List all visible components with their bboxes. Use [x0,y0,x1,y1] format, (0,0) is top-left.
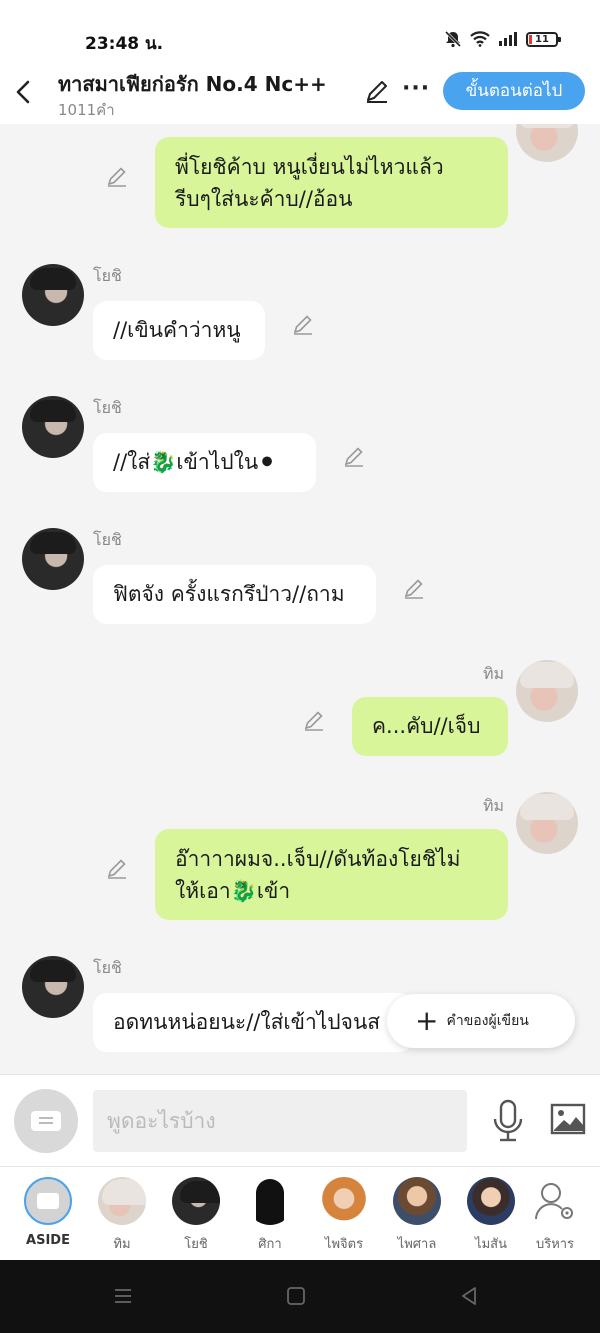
message-text: //เขินคำว่าหนู [113,318,241,342]
character-label: ทิม [113,1237,131,1252]
character-avatar [172,1177,220,1225]
edit-message-icon[interactable] [291,312,315,336]
character-label: ASIDE [26,1233,70,1248]
character-maisin[interactable]: ไมสัน [456,1177,526,1254]
word-count: 1011คำ [58,101,115,119]
character-paisan[interactable]: ไพศาล [382,1177,452,1254]
plus-icon: + [415,1004,439,1037]
character-aside[interactable]: ASIDE [13,1177,83,1248]
character-label: ไมสัน [475,1237,507,1252]
message-text: พี่โยชิค้าบ หนูเงี่ยนไม่ไหวแล้ว [175,155,444,179]
edit-message-icon[interactable] [402,576,426,600]
avatar-yoshi[interactable] [22,528,84,590]
home-icon[interactable] [286,1286,306,1306]
message-text: อ๊าาาาผมจ..เจ็บ//ดันท้องโยชิไม่ [175,847,461,871]
character-selector: ASIDE ทิม โยชิ ศิกา ไพจิตร ไพศาล ไมสัน บ… [0,1166,600,1260]
character-tim[interactable]: ทิม [87,1177,157,1254]
edit-message-icon[interactable] [302,708,326,732]
character-paijit[interactable]: ไพจิตร [309,1177,379,1254]
message-bubble[interactable]: ฟิตจัง ครั้งแรกรึป่าว//ถาม [93,565,376,624]
edit-message-icon[interactable] [105,856,129,880]
avatar-tim[interactable] [516,124,578,162]
speaker-name: โยชิ [93,530,122,549]
speaker-name: โยชิ [93,958,122,977]
wifi-icon [470,31,490,47]
status-bar: 23:48 น. 11 [0,0,600,62]
speaker-name: ทิม [483,664,505,683]
microphone-icon[interactable] [492,1099,524,1143]
author-note-label: คำของผู้เขียน [446,1013,529,1029]
character-avatar [393,1177,441,1225]
character-avatar [467,1177,515,1225]
message-text: รีบๆใส่นะค้าบ//อ้อน [175,187,353,211]
message-text: ฟิตจัง ครั้งแรกรึป่าว//ถาม [113,582,345,606]
edit-pen-icon[interactable] [364,78,390,104]
status-time: 23:48 น. [85,34,164,54]
avatar-tim[interactable] [516,792,578,854]
message-bubble[interactable]: ค...คับ//เจ็บ [352,697,508,756]
character-label: ศิกา [258,1237,282,1252]
chat-area[interactable]: พี่โยชิค้าบ หนูเงี่ยนไม่ไหวแล้ว รีบๆใส่น… [0,124,600,1074]
character-yoshi[interactable]: โยชิ [161,1177,231,1254]
character-sika[interactable]: ศิกา [235,1177,305,1254]
chat-mode-toggle[interactable] [14,1089,78,1153]
message-bubble[interactable]: อดทนหน่อยนะ//ใส่เข้าไปจนส [93,993,413,1052]
avatar-yoshi[interactable] [22,396,84,458]
character-label: โยชิ [184,1237,208,1252]
message-input[interactable] [93,1090,467,1152]
chat-bubble-icon [31,1111,61,1131]
avatar-yoshi[interactable] [22,956,84,1018]
status-icons: 11 [444,30,561,48]
avatar-yoshi[interactable] [22,264,84,326]
character-label: บริหาร [535,1237,575,1252]
manage-characters-icon [535,1183,573,1220]
character-avatar [320,1177,368,1225]
more-options-button[interactable]: ··· [402,76,430,101]
image-icon[interactable] [550,1103,586,1135]
speaker-name: โยชิ [93,398,122,417]
message-bubble[interactable]: //เขินคำว่าหนู [93,301,265,360]
mute-bell-icon [444,30,462,48]
message-bubble[interactable]: อ๊าาาาผมจ..เจ็บ//ดันท้องโยชิไม่ ให้เอา🐉เ… [155,829,508,920]
message-bubble[interactable]: //ใส่🐉เข้าไปใน⚫ [93,433,316,492]
message-text: ให้เอา🐉เข้า [175,879,291,903]
edit-message-icon[interactable] [105,164,129,188]
speaker-name: ทิม [483,796,505,815]
system-nav-bar [0,1260,600,1333]
author-note-button[interactable]: + คำของผู้เขียน [387,994,575,1048]
character-label: ไพศาล [397,1237,437,1252]
edit-message-icon[interactable] [342,444,366,468]
message-text: ค...คับ//เจ็บ [372,714,481,738]
menu-icon[interactable] [113,1286,133,1306]
avatar-tim[interactable] [516,660,578,722]
manage-characters[interactable]: บริหาร [520,1177,590,1254]
message-input-bar [0,1074,600,1166]
story-title: ทาสมาเฟียก่อรัก No.4 Nc++ [58,72,327,96]
character-avatar [246,1177,294,1225]
speaker-name: โยชิ [93,266,122,285]
aside-icon [24,1177,72,1225]
battery-icon: 11 [526,31,561,47]
signal-icon [499,32,517,46]
message-text: //ใส่🐉เข้าไปใน⚫ [113,450,276,474]
message-text: อดทนหน่อยนะ//ใส่เข้าไปจนส [113,1010,381,1034]
message-bubble[interactable]: พี่โยชิค้าบ หนูเงี่ยนไม่ไหวแล้ว รีบๆใส่น… [155,137,508,228]
back-arrow-icon[interactable] [12,78,36,106]
story-header: ทาสมาเฟียก่อรัก No.4 Nc++ 1011คำ ··· ขั้… [0,62,600,124]
back-icon[interactable] [459,1286,479,1306]
next-step-button[interactable]: ขั้นตอนต่อไป [443,72,585,110]
character-avatar [98,1177,146,1225]
character-label: ไพจิตร [324,1237,364,1252]
